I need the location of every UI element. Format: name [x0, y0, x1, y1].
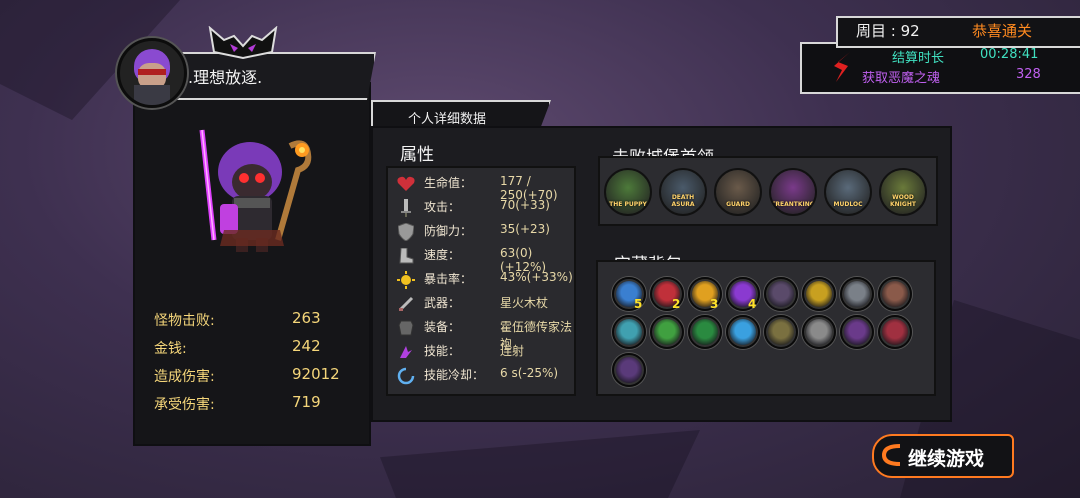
- treasure-item[interactable]: [878, 277, 912, 311]
- stat-label: 怪物击败:: [154, 313, 215, 329]
- treasure-item[interactable]: [726, 315, 760, 349]
- armor-icon: [396, 318, 416, 338]
- treasure-count: 5: [634, 297, 643, 311]
- stat-value: 242: [292, 337, 321, 355]
- attr-row-cooldown: 技能冷却： 6 s(-25%): [388, 366, 574, 388]
- congrats-text: 恭喜通关: [972, 22, 1033, 40]
- sword-icon: [396, 198, 416, 218]
- treasure-item[interactable]: [612, 353, 646, 387]
- treasure-item[interactable]: [650, 315, 684, 349]
- character-sprite: [199, 129, 312, 252]
- continue-button[interactable]: 继续游戏: [872, 434, 1014, 478]
- tab-detail-label: 个人详细数据: [408, 112, 487, 127]
- attr-row-weapon: 武器： 星火木杖: [388, 294, 574, 316]
- stat-value: 263: [292, 309, 321, 327]
- continue-arrow-icon: [881, 444, 901, 466]
- attr-row-hp: 生命值： 177 / 250(+70): [388, 174, 574, 202]
- treasure-item[interactable]: [764, 315, 798, 349]
- boss-name: GUARD: [726, 201, 750, 208]
- attr-row-skill: 技能： 连射: [388, 342, 574, 364]
- boss-portrait: GUARD: [714, 168, 762, 216]
- skill-icon: [396, 342, 416, 362]
- attr-label: 技能冷却：: [424, 368, 485, 382]
- continue-label: 继续游戏: [908, 448, 985, 470]
- attr-row-speed: 速度： 63(0)(+12%): [388, 246, 574, 274]
- shield-icon: [396, 222, 416, 242]
- treasure-item[interactable]: [840, 315, 874, 349]
- attr-value: 连射: [500, 344, 525, 358]
- attr-value: 70(+33): [500, 198, 550, 212]
- stat-value: 719: [292, 393, 321, 411]
- attr-value: 6 s(-25%): [500, 366, 559, 380]
- attr-label: 武器：: [424, 296, 461, 310]
- treasure-count: 3: [710, 297, 719, 311]
- cooldown-icon: [396, 366, 416, 386]
- crit-sun-icon: [396, 270, 416, 290]
- attr-value: 星火木杖: [500, 296, 549, 310]
- souls-value: 328: [1016, 67, 1041, 82]
- attr-label: 攻击：: [424, 200, 461, 214]
- boss-name: DEATH ASURA: [671, 194, 695, 208]
- attr-label: 生命值：: [424, 176, 473, 190]
- boot-icon: [396, 246, 416, 266]
- treasure-item[interactable]: [688, 315, 722, 349]
- attributes-box: 生命值： 177 / 250(+70) 攻击： 70(+33) 防御力： 35(…: [386, 166, 576, 396]
- boss-portrait: DEATH ASURA: [659, 168, 707, 216]
- player-name: .理想放逐.: [188, 68, 263, 87]
- boss-portrait: WOOD KNIGHT: [879, 168, 927, 216]
- boss-name: TREANTKING: [771, 201, 815, 208]
- treasure-item[interactable]: [840, 277, 874, 311]
- attr-label: 暴击率：: [424, 272, 473, 286]
- treasure-item[interactable]: [612, 315, 646, 349]
- treasure-item[interactable]: [878, 315, 912, 349]
- avatar: [117, 38, 187, 108]
- cycle-label: 周目 : 92: [856, 22, 920, 40]
- treasure-count: 2: [672, 297, 681, 311]
- boss-name: WOOD KNIGHT: [890, 194, 916, 208]
- boss-portrait: THE PUPPY: [604, 168, 652, 216]
- demon-crest-icon: [208, 26, 278, 60]
- boss-name: MUDLOC: [833, 201, 863, 208]
- boss-portrait: MUDLOC: [824, 168, 872, 216]
- souls-label: 获取恶魔之魂: [862, 71, 941, 86]
- attributes-title: 属性: [400, 145, 434, 165]
- stat-value: 92012: [292, 365, 340, 383]
- demon-mark-icon: [834, 52, 850, 82]
- attr-row-armor: 装备： 霍伍德传家法袍: [388, 318, 574, 351]
- heart-icon: [396, 174, 416, 194]
- attr-label: 技能：: [424, 344, 461, 358]
- attr-label: 速度：: [424, 248, 461, 262]
- boss-name: THE PUPPY: [609, 201, 647, 208]
- attr-row-defense: 防御力： 35(+23): [388, 222, 574, 244]
- attr-value: 43%(+33%): [500, 270, 573, 284]
- time-value: 00:28:41: [980, 47, 1039, 62]
- stat-label: 金钱:: [154, 341, 187, 357]
- treasure-item[interactable]: [764, 277, 798, 311]
- treasure-count: 4: [748, 297, 757, 311]
- attr-row-attack: 攻击： 70(+33): [388, 198, 574, 220]
- attr-label: 装备：: [424, 320, 461, 334]
- boss-portrait: TREANTKING: [769, 168, 817, 216]
- stat-label: 造成伤害:: [154, 369, 215, 385]
- attr-value: 35(+23): [500, 222, 550, 236]
- stat-label: 承受伤害:: [154, 397, 215, 413]
- attr-label: 防御力：: [424, 224, 473, 238]
- treasure-item[interactable]: [802, 277, 836, 311]
- weapon-icon: [396, 294, 416, 314]
- treasure-item[interactable]: [802, 315, 836, 349]
- attr-row-crit: 暴击率： 43%(+33%): [388, 270, 574, 292]
- time-label: 结算时长: [892, 51, 945, 66]
